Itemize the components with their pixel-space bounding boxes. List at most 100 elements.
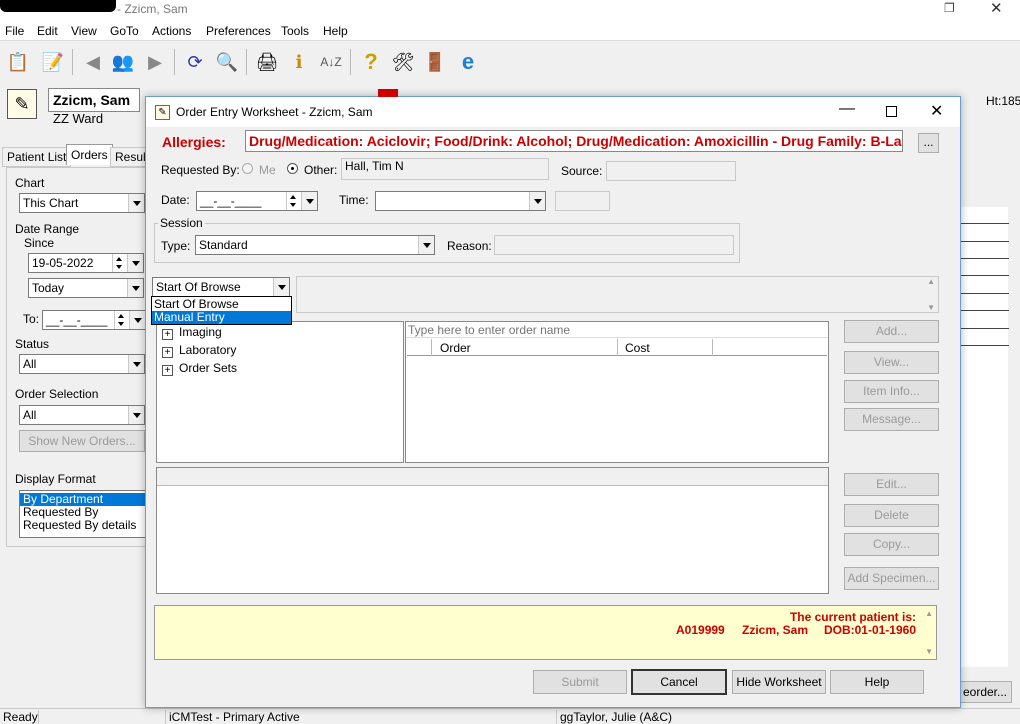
expand-icon[interactable]: + — [162, 329, 173, 340]
column-order[interactable]: Order — [440, 341, 471, 355]
expand-icon[interactable]: + — [162, 365, 173, 376]
dialog-minimize-icon[interactable]: — — [839, 100, 855, 118]
menu-preferences[interactable]: Preferences — [206, 24, 271, 38]
allergies-field: Drug/Medication: Aciclovir; Food/Drink: … — [245, 130, 903, 152]
toolbar: 📋 📝 ◀ 👥 ▶ ⟳ 🔍 🖨 ℹ A↓Z ? 🛠 🚪 e — [0, 42, 1020, 82]
browse-description-box: ▲ ▼ — [296, 276, 939, 313]
menu-actions[interactable]: Actions — [152, 24, 191, 38]
info-icon[interactable]: ℹ — [286, 49, 312, 75]
column-cost[interactable]: Cost — [625, 341, 650, 355]
expand-icon[interactable]: + — [162, 347, 173, 358]
forward-arrow-icon[interactable]: ▶ — [142, 49, 168, 75]
patient-box-scroll-down-icon[interactable]: ▼ — [925, 647, 933, 656]
display-format-option-requested-by-details[interactable]: Requested By details — [20, 519, 145, 532]
cancel-button[interactable]: Cancel — [631, 669, 727, 695]
patient-box-scroll-up-icon[interactable]: ▲ — [925, 609, 933, 618]
browse-option-manual[interactable]: Manual Entry — [152, 311, 291, 324]
restore-icon[interactable]: ❐ — [944, 1, 955, 15]
dialog-title-bar: ✎ Order Entry Worksheet - Zzicm, Sam — ✕ — [146, 97, 960, 127]
browse-dropdown-list: Start Of Browse Manual Entry — [151, 296, 292, 325]
refresh-icon[interactable]: ⟳ — [182, 49, 208, 75]
scroll-up-icon[interactable]: ▲ — [927, 277, 935, 286]
patient-list-icon[interactable]: 📋 — [5, 49, 31, 75]
display-format-list[interactable]: By Department Requested By Requested By … — [19, 490, 146, 538]
allergies-more-button[interactable]: ... — [918, 133, 939, 153]
current-patient-box: The current patient is: A019999 Zzicm, S… — [154, 605, 937, 660]
add-button[interactable]: Add... — [844, 320, 939, 343]
dialog-title: Order Entry Worksheet - Zzicm, Sam — [176, 105, 373, 119]
since-date-field[interactable]: 19-05-2022 — [28, 253, 144, 273]
menu-file[interactable]: File — [5, 24, 24, 38]
status-title: Status — [13, 337, 52, 351]
session-type-select[interactable]: Standard — [195, 235, 435, 255]
item-info-button[interactable]: Item Info... — [844, 380, 939, 403]
people-icon[interactable]: 👥 — [110, 49, 136, 75]
chart-select[interactable]: This Chart — [19, 193, 145, 213]
delete-button[interactable]: Delete — [844, 504, 939, 527]
current-patient-name: Zzicm, Sam — [742, 623, 809, 637]
main-tabs: Patient List Orders Results — [0, 144, 161, 168]
today-select[interactable]: Today — [28, 278, 144, 298]
alert-marker-icon — [378, 89, 398, 97]
order-list-header: Order Cost — [407, 339, 827, 356]
print-icon[interactable]: 🖨 — [254, 49, 280, 75]
main-window-title: - Zzicm, Sam — [117, 2, 188, 16]
chart-group-title: Chart — [13, 176, 47, 190]
order-selection-select[interactable]: All — [19, 405, 145, 425]
date-range-title: Date Range — [13, 222, 82, 236]
menu-goto[interactable]: GoTo — [110, 24, 139, 38]
current-patient-dob: DOB:01-01-1960 — [823, 623, 916, 637]
tree-item-imaging[interactable]: + Imaging — [162, 325, 222, 340]
date-field[interactable]: __-__-____ — [196, 191, 318, 211]
message-button[interactable]: Message... — [844, 408, 939, 431]
tab-orders[interactable]: Orders — [66, 144, 113, 165]
browse-select[interactable]: Start Of Browse — [152, 277, 290, 297]
current-patient-heading: The current patient is: — [789, 610, 916, 624]
add-specimen-button[interactable]: Add Specimen... — [844, 567, 939, 590]
reorder-button-fragment[interactable]: eorder... — [958, 681, 1012, 703]
patient-name: Zzicm, Sam — [53, 92, 131, 108]
menu-view[interactable]: View — [71, 24, 97, 38]
help-question-icon[interactable]: ? — [358, 49, 384, 75]
browser-icon[interactable]: e — [455, 49, 481, 75]
back-arrow-icon[interactable]: ◀ — [80, 49, 106, 75]
tree-item-order-sets[interactable]: + Order Sets — [162, 361, 237, 376]
radio-other[interactable] — [287, 163, 298, 174]
copy-button[interactable]: Copy... — [844, 533, 939, 556]
help-button[interactable]: Help — [830, 670, 924, 694]
close-icon[interactable]: ✕ — [990, 0, 1003, 17]
edit-button[interactable]: Edit... — [844, 473, 939, 496]
radio-me[interactable] — [242, 163, 253, 174]
tools-icon[interactable]: 🛠 — [390, 49, 416, 75]
edit-orders-icon[interactable]: 📝 — [40, 49, 66, 75]
current-patient-id: A019999 — [676, 623, 725, 637]
tab-patient-list[interactable]: Patient List — [2, 147, 72, 167]
order-name-input[interactable] — [406, 322, 828, 338]
requested-by-label: Requested By: — [161, 163, 240, 177]
date-spinner[interactable] — [286, 192, 300, 210]
sort-az-icon[interactable]: A↓Z — [318, 49, 344, 75]
scroll-down-icon[interactable]: ▼ — [927, 303, 935, 312]
exit-door-icon[interactable]: 🚪 — [422, 49, 448, 75]
since-spinner[interactable] — [112, 254, 126, 272]
status-select[interactable]: All — [19, 354, 145, 374]
radio-other-label: Other: — [304, 163, 338, 177]
menu-help[interactable]: Help — [323, 24, 348, 38]
tree-item-laboratory[interactable]: + Laboratory — [162, 343, 236, 358]
order-selection-title: Order Selection — [13, 387, 101, 401]
show-new-orders-button[interactable]: Show New Orders... — [19, 430, 145, 452]
to-spinner[interactable] — [114, 311, 128, 329]
to-date-field[interactable]: __-__-____ — [42, 310, 146, 330]
search-icon[interactable]: 🔍 — [214, 49, 240, 75]
submit-button[interactable]: Submit — [533, 670, 627, 694]
menu-edit[interactable]: Edit — [37, 24, 58, 38]
patient-notes-icon[interactable]: ✎ — [7, 89, 37, 119]
time-select[interactable] — [375, 191, 546, 211]
display-format-title: Display Format — [13, 472, 98, 486]
hide-worksheet-button[interactable]: Hide Worksheet — [732, 670, 826, 694]
dialog-close-icon[interactable]: ✕ — [930, 101, 943, 121]
orders-grid-fragment — [960, 207, 1009, 667]
dialog-maximize-icon[interactable] — [886, 106, 897, 117]
menu-tools[interactable]: Tools — [281, 24, 309, 38]
view-button[interactable]: View... — [844, 351, 939, 374]
